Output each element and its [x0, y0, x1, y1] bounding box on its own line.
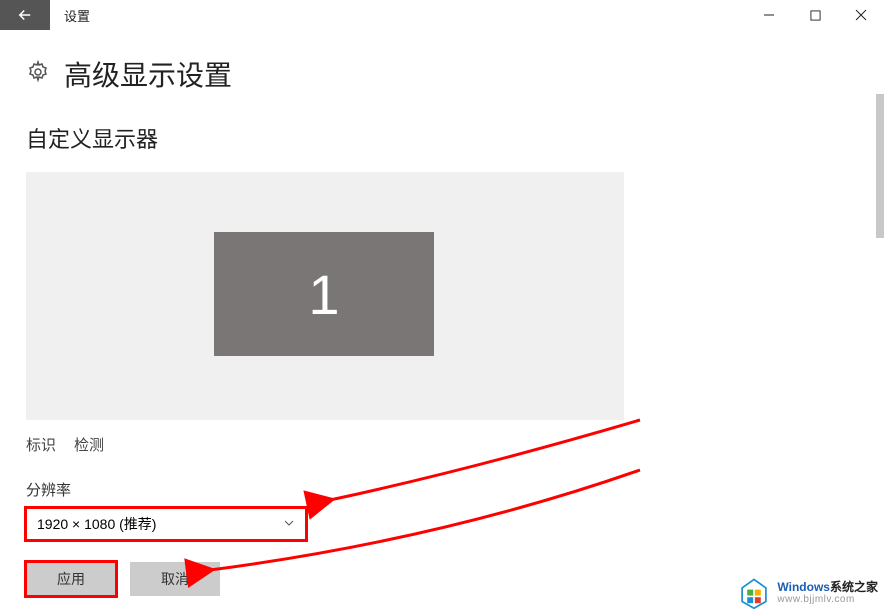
close-button[interactable] [838, 0, 884, 30]
chevron-down-icon [283, 516, 295, 532]
monitor-number: 1 [308, 262, 339, 327]
maximize-icon [810, 10, 821, 21]
maximize-button[interactable] [792, 0, 838, 30]
back-arrow-icon [16, 6, 34, 24]
close-icon [855, 9, 867, 21]
page-title: 高级显示设置 [64, 54, 232, 94]
detect-link[interactable]: 检测 [74, 434, 104, 455]
apply-button[interactable]: 应用 [26, 562, 116, 596]
gear-icon [26, 60, 50, 89]
watermark: Windows系统之家 www.bjjmlv.com [737, 576, 878, 610]
scrollbar-thumb[interactable] [876, 94, 884, 238]
resolution-label: 分辨率 [26, 479, 858, 500]
identify-link[interactable]: 标识 [26, 434, 56, 455]
watermark-logo-icon [737, 576, 771, 610]
back-button[interactable] [0, 0, 50, 30]
cancel-button[interactable]: 取消 [130, 562, 220, 596]
section-title: 自定义显示器 [26, 122, 858, 154]
monitor-tile-1[interactable]: 1 [214, 232, 434, 356]
display-arrangement-canvas[interactable]: 1 [26, 172, 624, 420]
minimize-icon [763, 9, 775, 21]
minimize-button[interactable] [746, 0, 792, 30]
window-title: 设置 [50, 0, 90, 30]
resolution-selected: 1920 × 1080 (推荐) [37, 514, 156, 534]
resolution-dropdown[interactable]: 1920 × 1080 (推荐) [26, 508, 306, 540]
